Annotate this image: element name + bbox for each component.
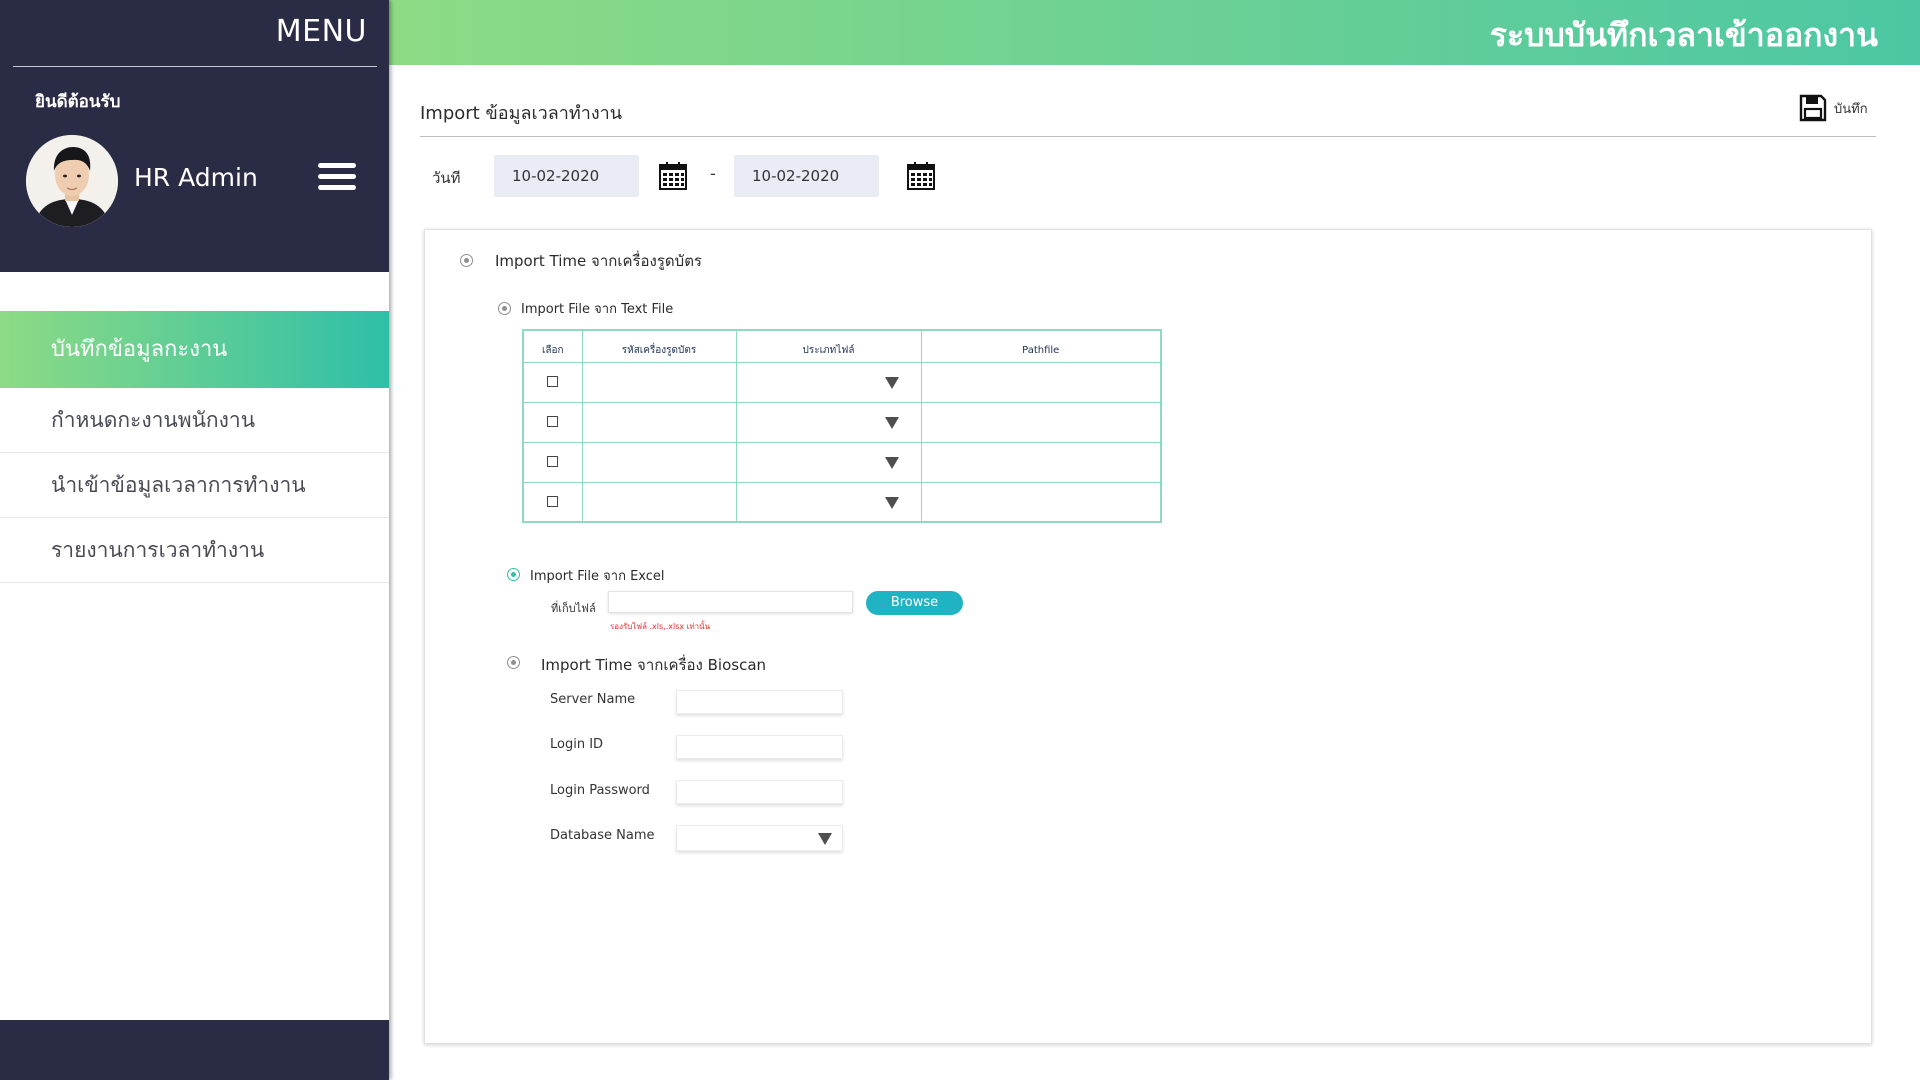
excel-radio[interactable] (507, 568, 520, 581)
save-button[interactable]: บันทึก (1798, 92, 1868, 124)
reader-code-cell[interactable] (581, 441, 737, 483)
date-from-input[interactable] (494, 155, 639, 197)
database-name-select[interactable] (676, 825, 843, 851)
avatar-image (26, 135, 118, 227)
calendar-icon[interactable] (658, 161, 688, 191)
save-label: บันทึก (1834, 101, 1868, 117)
title-divider (420, 136, 1876, 137)
select-cell (522, 401, 583, 443)
text-file-table: เลือก รหัสเครื่องรูดบัตร ประเภทไฟล์ Path… (522, 329, 1162, 523)
file-path-input[interactable] (608, 591, 853, 613)
app-title: ระบบบันทึกเวลาเข้าออกงาน (1489, 16, 1878, 54)
login-id-input[interactable] (676, 735, 843, 759)
dropdown-arrow-icon (884, 496, 899, 509)
menu-title: MENU (275, 14, 367, 49)
server-name-input[interactable] (676, 690, 843, 714)
table-row (522, 361, 1162, 403)
sidebar-item-import-time[interactable]: นำเข้าข้อมูลเวลาการทำงาน (0, 453, 389, 518)
checkbox-icon[interactable] (547, 496, 559, 507)
col-pathfile: Pathfile (920, 329, 1162, 363)
date-separator: - (710, 164, 716, 183)
dropdown-arrow-icon (884, 376, 899, 389)
save-icon (1799, 94, 1827, 122)
text-file-radio[interactable] (498, 302, 511, 315)
reader-code-cell[interactable] (581, 401, 737, 443)
login-id-label: Login ID (550, 737, 604, 752)
sidebar-profile-area: MENU ยินดีต้อนรับ HR Admin (0, 0, 389, 272)
bioscan-radio[interactable] (507, 656, 520, 669)
calendar-icon[interactable] (906, 161, 936, 191)
date-to-input[interactable] (734, 155, 879, 197)
pathfile-cell[interactable] (920, 401, 1162, 443)
sidebar-nav: บันทึกข้อมูลกะงาน กำหนดกะงานพนักงาน นำเข… (0, 311, 389, 583)
card-reader-radio[interactable] (460, 254, 473, 267)
select-cell (522, 441, 583, 483)
checkbox-icon[interactable] (547, 376, 559, 388)
file-type-hint: รองรับไฟล์ .xls,.xlsx เท่านั้น (610, 622, 711, 631)
user-name: HR Admin (134, 163, 258, 192)
login-password-input[interactable] (676, 780, 843, 804)
col-reader-code: รหัสเครื่องรูดบัตร (581, 329, 737, 363)
date-label: วันที (432, 169, 461, 187)
database-name-label: Database Name (550, 828, 655, 843)
file-type-dropdown[interactable] (735, 401, 922, 443)
dropdown-arrow-icon (884, 416, 899, 429)
file-type-dropdown[interactable] (735, 481, 922, 523)
dropdown-arrow-icon (818, 833, 832, 845)
select-cell (522, 481, 583, 523)
card-reader-label: Import Time จากเครื่องรูดบัตร (495, 252, 702, 270)
login-password-label: Login Password (550, 783, 650, 798)
sidebar-footer (0, 1020, 389, 1080)
menu-divider (13, 66, 377, 67)
pathfile-cell[interactable] (920, 361, 1162, 403)
page-title: Import ข้อมูลเวลาทำงาน (420, 103, 623, 124)
pathfile-cell[interactable] (920, 441, 1162, 483)
table-row (522, 401, 1162, 443)
table-row (522, 441, 1162, 483)
server-name-label: Server Name (550, 692, 636, 707)
table-row (522, 481, 1162, 523)
reader-code-cell[interactable] (581, 361, 737, 403)
reader-code-cell[interactable] (581, 481, 737, 523)
col-select: เลือก (522, 329, 583, 363)
bioscan-label: Import Time จากเครื่อง Bioscan (541, 656, 767, 674)
browse-button[interactable]: Browse (866, 591, 963, 615)
sidebar-item-assign-shift[interactable]: กำหนดกะงานพนักงาน (0, 388, 389, 453)
col-file-type: ประเภทไฟล์ (735, 329, 922, 363)
checkbox-icon[interactable] (547, 456, 559, 468)
avatar (26, 135, 118, 227)
file-type-dropdown[interactable] (735, 441, 922, 483)
dropdown-arrow-icon (884, 456, 899, 469)
pathfile-cell[interactable] (920, 481, 1162, 523)
select-cell (522, 361, 583, 403)
excel-label: Import File จาก Excel (530, 569, 665, 584)
sidebar-item-shift-record[interactable]: บันทึกข้อมูลกะงาน (0, 311, 389, 388)
hamburger-icon[interactable] (318, 163, 358, 193)
sidebar: MENU ยินดีต้อนรับ HR Admin บันทึกข้อมูลก… (0, 0, 389, 1080)
sidebar-item-time-report[interactable]: รายงานการเวลาทำงาน (0, 518, 389, 583)
welcome-text: ยินดีต้อนรับ (35, 92, 121, 112)
text-file-label: Import File จาก Text File (521, 302, 674, 317)
file-type-dropdown[interactable] (735, 361, 922, 403)
checkbox-icon[interactable] (547, 416, 559, 428)
top-header: ระบบบันทึกเวลาเข้าออกงาน (389, 0, 1920, 65)
file-location-label: ที่เก็บไฟล์ (551, 602, 596, 615)
